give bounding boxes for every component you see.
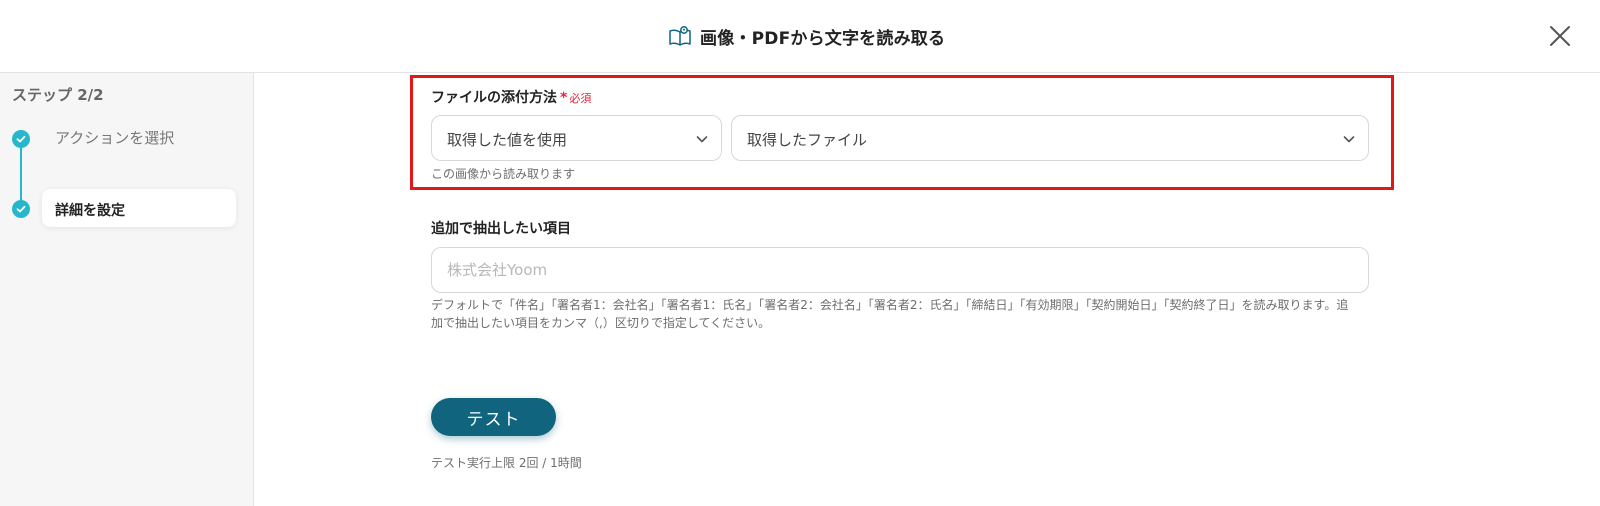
test-button[interactable]: テスト bbox=[431, 398, 556, 436]
attach-source-select[interactable]: 取得した値を使用 bbox=[431, 115, 722, 161]
extract-items-hint-line: デフォルトで「件名」「署名者1：会社名」「署名者1：氏名」「署名者2：会社名」「… bbox=[431, 298, 1349, 312]
attach-file-select[interactable]: 取得したファイル bbox=[731, 115, 1369, 161]
book-reader-icon bbox=[668, 24, 692, 48]
attach-method-label: ファイルの添付方法 * 必須 bbox=[431, 87, 591, 107]
step-check-icon bbox=[12, 200, 30, 218]
attach-source-value: 取得した値を使用 bbox=[447, 131, 568, 149]
step-counter: ステップ 2/2 bbox=[12, 86, 104, 104]
sidebar-item-select-action[interactable]: アクションを選択 bbox=[55, 127, 174, 148]
attach-file-value: 取得したファイル bbox=[747, 131, 868, 149]
close-icon bbox=[1550, 26, 1570, 46]
required-badge: 必須 bbox=[569, 92, 592, 105]
extract-items-input[interactable] bbox=[431, 247, 1369, 293]
close-button[interactable] bbox=[1546, 22, 1574, 50]
step-sidebar: ステップ 2/2 アクションを選択 詳細を設定 bbox=[0, 73, 254, 506]
sidebar-item-label: 詳細を設定 bbox=[55, 203, 125, 219]
dialog-header: 画像・PDFから文字を読み取る bbox=[0, 0, 1600, 73]
extract-items-label: 追加で抽出したい項目 bbox=[431, 221, 571, 237]
dialog-title-group: 画像・PDFから文字を読み取る bbox=[668, 22, 945, 50]
attach-method-hint: この画像から読み取ります bbox=[431, 167, 576, 181]
extract-items-hint: デフォルトで「件名」「署名者1：会社名」「署名者1：氏名」「署名者2：会社名」「… bbox=[431, 296, 1376, 332]
step-check-icon bbox=[12, 130, 30, 148]
sidebar-item-configure-details[interactable]: 詳細を設定 bbox=[42, 189, 236, 227]
dialog-title: 画像・PDFから文字を読み取る bbox=[700, 28, 946, 49]
chevron-down-icon bbox=[696, 136, 708, 143]
step-connector bbox=[20, 139, 22, 209]
required-mark: * bbox=[560, 90, 568, 106]
test-limit-text: テスト実行上限 2回 / 1時間 bbox=[431, 456, 582, 470]
extract-items-hint-line: 加で抽出したい項目をカンマ（,）区切りで指定してください。 bbox=[431, 316, 771, 330]
attach-method-label-text: ファイルの添付方法 bbox=[431, 90, 557, 106]
chevron-down-icon bbox=[1343, 136, 1355, 143]
